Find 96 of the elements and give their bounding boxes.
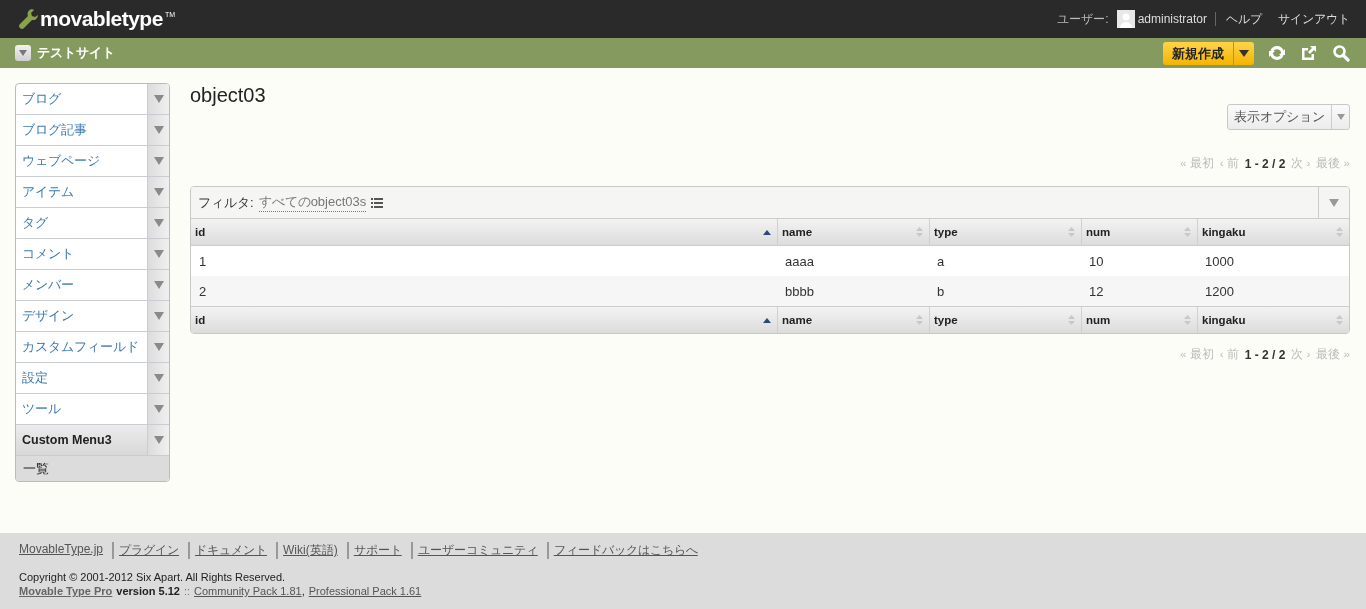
- footer-link[interactable]: MovableType.jp: [19, 542, 104, 559]
- separator-text: ::: [183, 585, 191, 597]
- caret-icon: [19, 50, 27, 56]
- expand-toggle[interactable]: [147, 177, 169, 207]
- table-cell-text: b: [936, 282, 946, 301]
- copyright-text: Copyright © 2001-2012 Six Apart. All Rights Reserved.: [19, 571, 287, 583]
- filter-link[interactable]: すべてのobject03s: [258, 193, 367, 212]
- sidebar-item[interactable]: Custom Menu3: [16, 425, 147, 455]
- version-text: version 5.12: [116, 585, 180, 597]
- caret-icon: [153, 250, 164, 258]
- footer-link[interactable]: フィードバックはこちらへ: [546, 542, 698, 559]
- sidebar-subitem[interactable]: 一覧: [16, 456, 169, 481]
- column-footer[interactable]: type: [929, 307, 1081, 333]
- expand-toggle[interactable]: [147, 301, 169, 331]
- external-link-icon[interactable]: [1300, 44, 1318, 62]
- footer-link[interactable]: ユーザーコミュニティ: [410, 542, 538, 559]
- avatar-icon: [1116, 10, 1135, 28]
- filter-label: フィルタ:: [198, 193, 254, 212]
- caret-icon: [153, 95, 164, 103]
- table-cell-text: a: [936, 252, 946, 271]
- caret-icon: [153, 126, 164, 134]
- create-dropdown[interactable]: [1233, 41, 1254, 65]
- pack-link[interactable]: Community Pack 1.81: [194, 585, 302, 597]
- caret-icon: [153, 436, 164, 444]
- expand-toggle[interactable]: [147, 270, 169, 300]
- table-cell-text: 1200: [1204, 282, 1235, 301]
- caret-icon: [153, 219, 164, 227]
- delimiter-text: ,: [301, 585, 305, 597]
- caret-icon: [1239, 49, 1249, 57]
- column-header[interactable]: kingaku: [1197, 219, 1349, 245]
- list-icon: [371, 197, 384, 208]
- table-cell-text: 1000: [1204, 252, 1235, 271]
- table-cell-text: 2: [198, 282, 208, 301]
- caret-icon: [153, 188, 164, 196]
- sidebar-item[interactable]: メンバー: [16, 270, 147, 300]
- caret-icon: [153, 281, 164, 289]
- pack-link[interactable]: Professional Pack 1.61: [308, 585, 422, 597]
- column-footer[interactable]: id: [191, 307, 777, 333]
- caret-icon: [153, 157, 164, 165]
- display-options-button[interactable]: 表示オプション: [1227, 104, 1350, 130]
- header-link[interactable]: ヘルプ: [1226, 10, 1262, 28]
- create-new-button[interactable]: 新規作成: [1163, 41, 1233, 65]
- caret-icon: [1329, 198, 1339, 207]
- page-range: 1 - 2 / 2: [1244, 156, 1286, 171]
- logo-text[interactable]: movabletype: [40, 7, 163, 31]
- expand-toggle[interactable]: [147, 239, 169, 269]
- sidebar-item[interactable]: コメント: [16, 239, 147, 269]
- sidebar-item[interactable]: ツール: [16, 394, 147, 424]
- table-cell-text: 10: [1088, 252, 1105, 271]
- footer-link[interactable]: プラグイン: [112, 542, 180, 559]
- expand-toggle[interactable]: [147, 425, 169, 455]
- page-range: 1 - 2 / 2: [1244, 347, 1286, 362]
- table-cell-text: bbbb: [784, 282, 815, 301]
- column-header[interactable]: id: [191, 219, 777, 245]
- header-link[interactable]: サインアウト: [1278, 10, 1350, 28]
- column-footer[interactable]: name: [777, 307, 929, 333]
- wrench-icon: [18, 8, 38, 30]
- footer-link[interactable]: サポート: [346, 542, 402, 559]
- expand-toggle[interactable]: [147, 332, 169, 362]
- user-label: ユーザー:: [1057, 10, 1109, 28]
- expand-toggle[interactable]: [147, 363, 169, 393]
- column-header[interactable]: name: [777, 219, 929, 245]
- refresh-icon[interactable]: [1268, 44, 1286, 62]
- table-cell-text: 12: [1088, 282, 1105, 301]
- table-cell-text: aaaa: [784, 252, 815, 271]
- sidebar-item[interactable]: ブログ: [16, 84, 147, 114]
- sidebar-item[interactable]: デザイン: [16, 301, 147, 331]
- caret-icon: [153, 343, 164, 351]
- sidebar-item[interactable]: カスタムフィールド: [16, 332, 147, 362]
- expand-toggle[interactable]: [147, 208, 169, 238]
- caret-icon: [153, 374, 164, 382]
- footer-link[interactable]: Wiki(英語): [276, 542, 338, 559]
- column-header[interactable]: num: [1081, 219, 1197, 245]
- site-menu-toggle[interactable]: [15, 45, 31, 61]
- sidebar-item[interactable]: タグ: [16, 208, 147, 238]
- expand-toggle[interactable]: [147, 146, 169, 176]
- user-name[interactable]: administrator: [1137, 12, 1216, 26]
- expand-toggle[interactable]: [147, 84, 169, 114]
- column-footer[interactable]: num: [1081, 307, 1197, 333]
- expand-toggle[interactable]: [147, 394, 169, 424]
- footer-link[interactable]: ドキュメント: [188, 542, 268, 559]
- caret-icon: [1336, 114, 1345, 120]
- sidebar-item[interactable]: ウェブページ: [16, 146, 147, 176]
- sidebar-item[interactable]: 設定: [16, 363, 147, 393]
- caret-icon: [153, 405, 164, 413]
- sidebar-item[interactable]: ブログ記事: [16, 115, 147, 145]
- expand-toggle[interactable]: [147, 115, 169, 145]
- page-title: object03: [190, 83, 267, 107]
- product-link[interactable]: Movable Type Pro: [19, 585, 113, 597]
- search-icon[interactable]: [1332, 44, 1350, 62]
- column-header[interactable]: type: [929, 219, 1081, 245]
- sidebar-item[interactable]: アイテム: [16, 177, 147, 207]
- site-name[interactable]: テストサイト: [37, 44, 115, 62]
- table-cell-text: 1: [198, 252, 208, 271]
- column-footer[interactable]: kingaku: [1197, 307, 1349, 333]
- caret-icon: [153, 312, 164, 320]
